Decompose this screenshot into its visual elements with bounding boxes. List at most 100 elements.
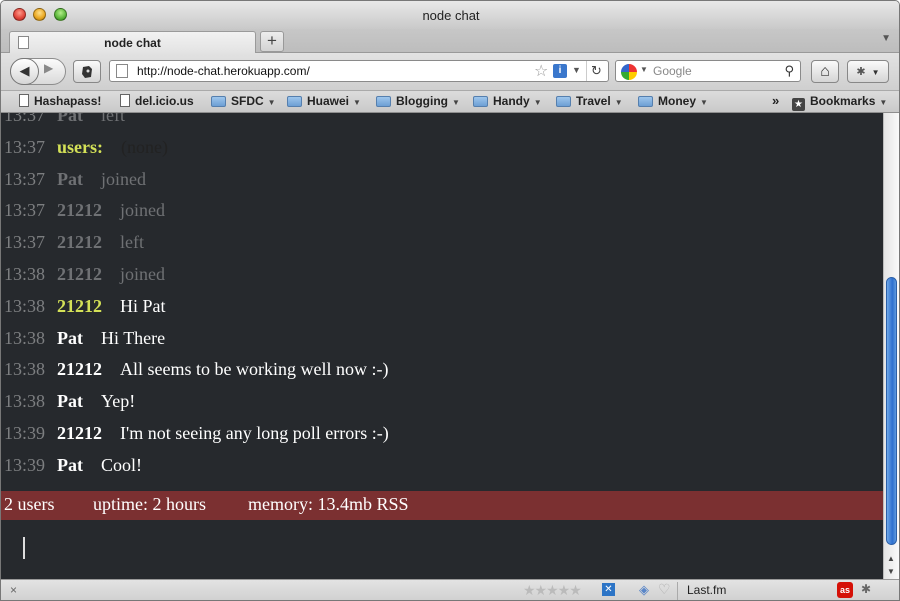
info-icon[interactable]: i [553,64,567,78]
bookmark-star-icon: ★ [792,98,805,111]
chat-message: 13:37 users: (none) [4,137,168,158]
bookmark-folder-handy[interactable]: Handy ▼ [473,94,542,108]
folder-icon [287,96,302,107]
lastfm-label[interactable]: Last.fm [687,583,726,597]
plugin-icon[interactable]: ✱ [861,582,871,596]
scrollbar-thumb[interactable] [886,277,897,545]
search-bar[interactable]: ▼ Google ⚲ [615,60,801,82]
new-tab-button[interactable]: + [260,31,284,52]
message-time: 13:39 [4,454,46,475]
bookmark-hashapass[interactable]: Hashapass! [19,94,101,108]
message-time: 13:38 [4,295,46,316]
folder-icon [556,96,571,107]
navigation-toolbar: ◀ ▶ http://node-chat.herokuapp.com/ ☆ i … [1,53,899,91]
message-time: 13:37 [4,113,46,125]
message-text: joined [101,168,147,189]
reload-button[interactable]: ↻ [586,61,606,81]
tab-bar: node chat + ▼ [1,29,899,53]
message-text: Yep! [101,391,136,412]
vertical-scrollbar[interactable]: ▲ ▼ [883,113,899,579]
back-forward-group: ◀ ▶ [10,58,66,85]
rating-stars[interactable]: ★★★★★ [523,582,582,599]
bookmark-folder-sfdc[interactable]: SFDC ▼ [211,94,276,108]
evernote-icon [82,66,92,78]
scroll-down-icon[interactable]: ▼ [887,567,895,576]
message-time: 13:37 [4,232,46,253]
message-text: (none) [121,136,168,157]
search-engine-dropdown-icon[interactable]: ▼ [640,65,648,74]
page-icon [120,94,130,107]
folder-icon [473,96,488,107]
page-icon [19,94,29,107]
folder-icon [376,96,391,107]
message-text: joined [120,200,166,221]
forward-button[interactable]: ▶ [44,61,53,75]
title-bar: node chat [1,1,899,29]
chevron-down-icon: ▼ [353,98,361,107]
browser-window: node chat node chat + ▼ ◀ ▶ http://node-… [0,0,900,601]
folder-icon [638,96,653,107]
tab-node-chat[interactable]: node chat [9,31,256,53]
bookmark-folder-blogging[interactable]: Blogging ▼ [376,94,460,108]
message-time: 13:38 [4,359,46,380]
bookmark-folder-money[interactable]: Money ▼ [638,94,708,108]
scroll-up-icon[interactable]: ▲ [887,554,895,563]
delicious-icon[interactable]: ✕ [602,583,615,596]
message-nick: 21212 [57,232,103,253]
heart-icon[interactable]: ♡ [658,581,671,598]
message-nick: 21212 [57,295,103,316]
message-text: Cool! [101,454,143,475]
uptime: uptime: 2 hours [93,494,206,514]
message-text: left [120,232,145,253]
chat-message: 13:39 Pat Cool! [4,455,142,476]
chat-message: 13:38 21212 joined [4,264,165,285]
history-dropdown-icon[interactable]: ▼ [572,65,581,75]
message-input[interactable] [23,537,25,559]
address-bar[interactable]: http://node-chat.herokuapp.com/ ☆ i ▼ ↻ [109,60,609,82]
lastfm-icon[interactable]: as [837,582,853,598]
window-title: node chat [422,8,480,23]
google-icon[interactable] [621,64,637,80]
divider [677,582,678,600]
message-text: joined [120,264,166,284]
message-nick: 21212 [57,359,103,380]
chat-message: 13:38 21212 Hi Pat [4,296,166,317]
back-button[interactable]: ◀ [10,58,39,85]
bookmark-star-icon[interactable]: ☆ [534,61,548,81]
chevron-down-icon: ▼ [267,98,276,107]
chat-message: 13:38 Pat Yep! [4,391,135,412]
message-nick: Pat [57,391,84,412]
bookmarks-toolbar: Hashapass! del.icio.us SFDC ▼ Huawei ▼ Blo… [1,91,899,113]
message-nick: Pat [57,454,84,475]
url-text[interactable]: http://node-chat.herokuapp.com/ [137,64,310,78]
browser-status-bar: × ★★★★★ ✕ ◈ ♡ Last.fm as ✱ [1,579,899,600]
user-count: 2 users [4,494,55,514]
bookmarks-menu-button[interactable]: ★ Bookmarks ▼ [792,94,887,111]
chat-message: 13:38 21212 All seems to be working well n… [4,359,388,380]
message-time: 13:37 [4,136,46,157]
bookmark-delicious[interactable]: del.icio.us [120,94,194,108]
tag-icon[interactable]: ◈ [639,582,649,598]
tab-list-chevron-icon[interactable]: ▼ [881,33,891,44]
memory-usage: memory: 13.4mb RSS [248,494,409,514]
close-icon[interactable]: × [10,583,17,597]
search-input[interactable]: Google [653,64,692,78]
chevron-down-icon: ▼ [451,98,460,107]
evernote-button[interactable] [73,60,101,83]
addon-menu-button[interactable]: ✱ ▼ [847,60,889,83]
home-button[interactable]: ⌂ [811,60,839,83]
message-text: All seems to be working well now :-) [120,359,389,380]
bookmark-folder-travel[interactable]: Travel ▼ [556,94,623,108]
search-icon[interactable]: ⚲ [784,63,794,79]
chat-message: 13:37 Pat joined [4,169,146,190]
bookmark-folder-huawei[interactable]: Huawei ▼ [287,94,361,108]
page-icon [116,64,128,78]
message-nick: 21212 [57,200,103,221]
chat-message: 13:38 Pat Hi There [4,328,165,349]
bookmarks-overflow-chevron-icon[interactable]: » [772,93,779,108]
message-text: Hi There [101,327,166,348]
plugin-icon: ✱ [856,66,866,78]
chevron-down-icon: ▼ [700,98,708,107]
chat-log: 13:37 Pat left 13:37 users: (none) 13:37 Pat joi… [1,113,883,579]
message-nick: Pat [57,327,84,348]
